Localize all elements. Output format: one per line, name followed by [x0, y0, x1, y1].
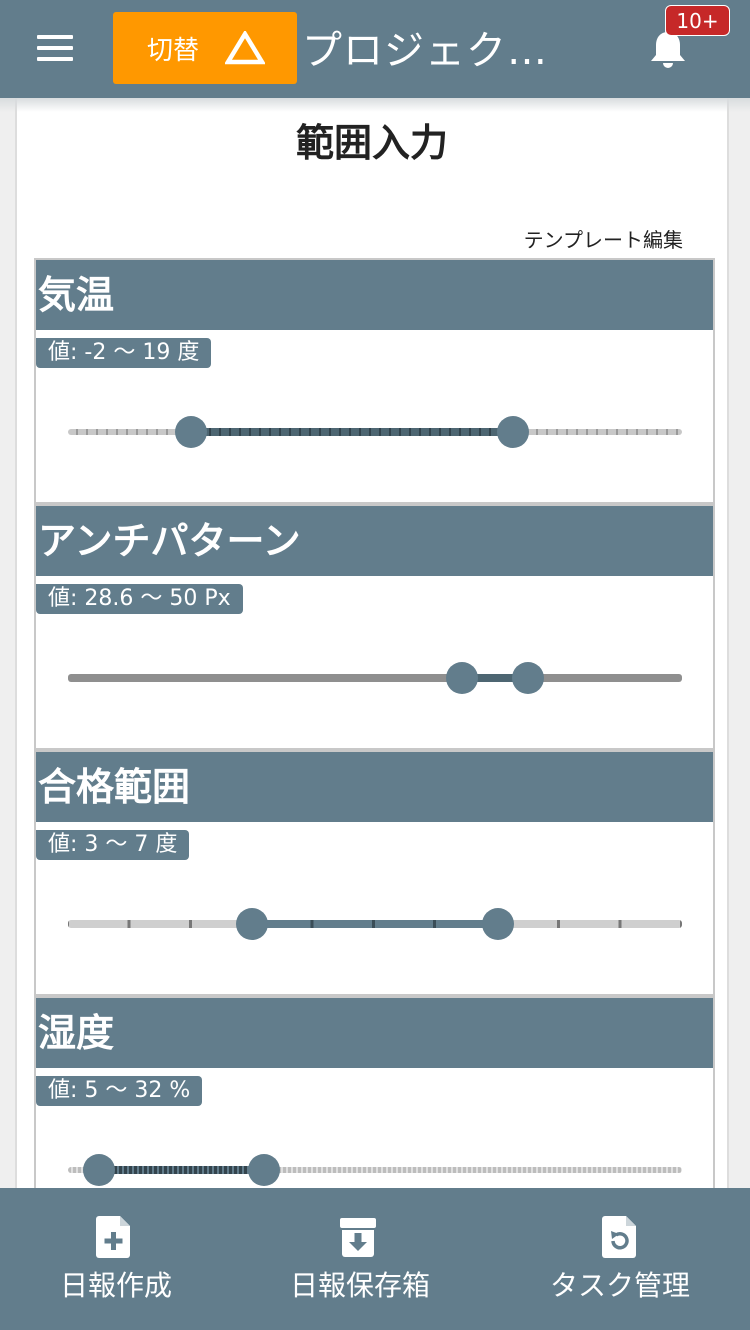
warning-triangle-icon [225, 31, 266, 65]
slider-selected-range [252, 920, 498, 928]
switch-label: 切替 [147, 35, 200, 66]
slider-high-handle[interactable] [497, 416, 530, 448]
slider-card: 合格範囲 値: 3 〜 7 度 [36, 752, 713, 998]
menu-icon[interactable] [37, 35, 73, 61]
value-label: 値: 3 〜 7 度 [36, 830, 190, 860]
slider-list: 気温 値: -2 〜 19 度 アンチパターン 値: 28.6 〜 50 Px … [34, 258, 715, 1246]
slider-low-handle[interactable] [236, 908, 269, 940]
template-edit-link[interactable]: テンプレート編集 [524, 224, 683, 253]
value-label: 値: 28.6 〜 50 Px [36, 584, 243, 614]
bottom-nav: 日報作成 日報保存箱 タスク管理 [0, 1188, 750, 1330]
slider-low-handle[interactable] [82, 1154, 115, 1186]
range-slider[interactable] [68, 904, 682, 944]
notification-badge: 10+ [665, 5, 730, 36]
archive-download-icon [340, 1218, 376, 1257]
slider-title: アンチパターン [36, 506, 713, 576]
app-header: 切替 プロジェク… 10+ [0, 0, 750, 112]
range-slider[interactable] [68, 412, 682, 452]
slider-card: アンチパターン 値: 28.6 〜 50 Px [36, 506, 713, 752]
slider-title: 気温 [36, 260, 713, 330]
nav-label: タスク管理 [550, 1269, 691, 1302]
project-title: プロジェク… [302, 28, 548, 74]
slider-high-handle[interactable] [511, 662, 544, 694]
slider-card: 気温 値: -2 〜 19 度 [36, 260, 713, 506]
slider-selected-range [98, 1166, 265, 1174]
slider-selected-range [190, 428, 514, 436]
page-title: 範囲入力 [295, 121, 448, 165]
file-refresh-icon [602, 1216, 636, 1258]
slider-low-handle[interactable] [446, 662, 479, 694]
nav-report-archive[interactable]: 日報保存箱 [250, 1188, 500, 1330]
main-content: 範囲入力 テンプレート編集 気温 値: -2 〜 19 度 アンチパターン 値:… [15, 98, 729, 1246]
slider-high-handle[interactable] [481, 908, 514, 940]
nav-create-report[interactable]: 日報作成 [0, 1188, 250, 1330]
slider-low-handle[interactable] [174, 416, 207, 448]
range-slider[interactable] [68, 1150, 682, 1190]
file-plus-icon [96, 1216, 130, 1258]
switch-button[interactable]: 切替 [113, 12, 297, 84]
slider-high-handle[interactable] [248, 1154, 281, 1186]
value-label: 値: -2 〜 19 度 [36, 338, 212, 368]
nav-label: 日報保存箱 [290, 1269, 431, 1302]
nav-task-management[interactable]: タスク管理 [500, 1188, 750, 1330]
nav-label: 日報作成 [60, 1269, 173, 1302]
slider-track[interactable] [68, 674, 682, 682]
value-label: 値: 5 〜 32 % [36, 1076, 203, 1106]
range-slider[interactable] [68, 658, 682, 698]
slider-title: 合格範囲 [36, 752, 713, 822]
slider-title: 湿度 [36, 998, 713, 1068]
